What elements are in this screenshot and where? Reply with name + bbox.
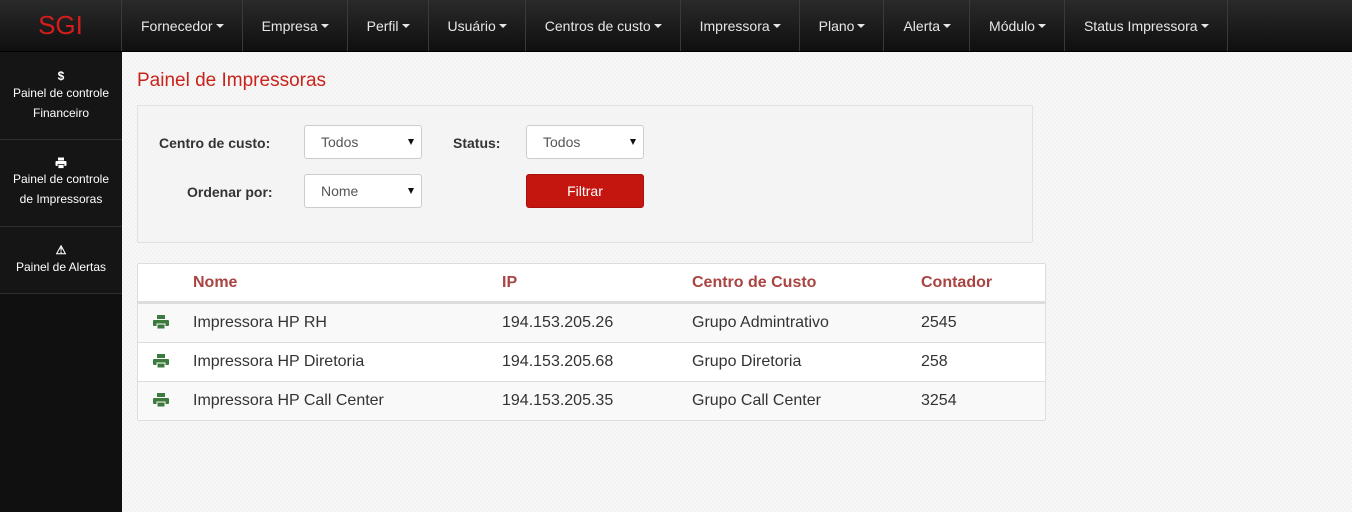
nav-fornecedor[interactable]: Fornecedor [122, 0, 243, 51]
nav-label: Centros de custo [544, 17, 651, 34]
table-row[interactable]: Impressora HP Call Center 194.153.205.35… [138, 381, 1045, 420]
alert-icon: ⚠ [55, 243, 67, 257]
table-row[interactable]: Impressora HP Diretoria 194.153.205.68 G… [138, 342, 1045, 381]
nav-label: Plano [818, 17, 855, 34]
caret-down-icon [215, 23, 224, 28]
cell-counter: 2545 [921, 314, 957, 331]
nav-modulo[interactable]: Módulo [970, 0, 1065, 51]
caret-down-icon [772, 23, 781, 28]
cost-center-select[interactable]: Todos [304, 125, 422, 159]
cell-ip: 194.153.205.35 [502, 392, 614, 409]
nav-status-impressora[interactable]: Status Impressora [1065, 0, 1228, 51]
caret-down-icon [653, 23, 662, 28]
cell-cost-center: Grupo Call Center [692, 392, 821, 409]
order-by-select[interactable]: Nome [304, 174, 422, 208]
printer-icon [153, 393, 169, 407]
sidebar-item-impressoras[interactable]: Painel de controle de Impressoras [0, 140, 122, 227]
caret-down-icon [1200, 23, 1209, 28]
nav-empresa[interactable]: Empresa [243, 0, 348, 51]
filter-panel: Centro de custo: Todos Status: Todos Ord… [137, 105, 1033, 243]
status-select[interactable]: Todos [526, 125, 644, 159]
cell-name: Impressora HP Call Center [193, 392, 384, 409]
nav-label: Empresa [261, 17, 318, 34]
column-header-counter[interactable]: Contador [921, 274, 992, 292]
sidebar-item-label: Painel de Alertas [15, 260, 107, 274]
page-title: Painel de Impressoras [137, 70, 327, 91]
caret-down-icon [943, 23, 952, 28]
filter-button[interactable]: Filtrar [526, 174, 644, 208]
brand-logo[interactable]: SGI [0, 0, 122, 51]
nav-label: Fornecedor [141, 17, 213, 34]
printer-icon [153, 315, 169, 329]
column-header-cost-center[interactable]: Centro de Custo [692, 274, 816, 292]
caret-down-icon [857, 23, 866, 28]
nav-label: Perfil [366, 17, 399, 34]
dropdown-arrow-icon [408, 188, 414, 194]
cell-cost-center: Grupo Diretoria [692, 353, 802, 370]
caret-down-icon [320, 23, 329, 28]
sidebar-item-financeiro[interactable]: $ Painel de controle Financeiro [0, 52, 122, 140]
nav-label: Impressora [699, 17, 770, 34]
cell-name: Impressora HP Diretoria [193, 353, 365, 370]
nav-label: Usuário [447, 17, 496, 34]
table-row[interactable]: Impressora HP RH 194.153.205.26 Grupo Ad… [138, 303, 1045, 342]
nav-perfil[interactable]: Perfil [348, 0, 429, 51]
cell-ip: 194.153.205.68 [502, 353, 614, 370]
nav-label: Status Impressora [1083, 17, 1198, 34]
column-header-name[interactable]: Nome [193, 274, 237, 292]
cost-center-label: Centro de custo: [159, 135, 271, 151]
order-by-label: Ordenar por: [187, 184, 273, 200]
nav-label: Alerta [903, 17, 941, 34]
sidebar-item-label: de Impressoras [19, 192, 103, 206]
order-by-value: Nome [321, 183, 359, 199]
dropdown-arrow-icon [408, 139, 414, 145]
printer-icon [55, 157, 67, 169]
cell-cost-center: Grupo Admintrativo [692, 314, 829, 331]
dollar-icon: $ [57, 68, 65, 83]
cell-counter: 3254 [921, 392, 957, 409]
main-content: Painel de Impressoras Centro de custo: T… [122, 52, 1352, 512]
cell-name: Impressora HP RH [193, 314, 327, 331]
sidebar-item-label: Painel de controle [12, 172, 110, 186]
nav-centros-de-custo[interactable]: Centros de custo [526, 0, 681, 51]
nav-label: Módulo [989, 17, 1035, 34]
cell-ip: 194.153.205.26 [502, 314, 614, 331]
sidebar-item-alertas[interactable]: ⚠ Painel de Alertas [0, 227, 122, 294]
sidebar: $ Painel de controle Financeiro Painel d… [0, 52, 122, 512]
column-header-ip[interactable]: IP [502, 274, 517, 292]
cost-center-value: Todos [321, 134, 359, 150]
status-value: Todos [543, 134, 581, 150]
caret-down-icon [498, 23, 507, 28]
nav-impressora[interactable]: Impressora [681, 0, 800, 51]
caret-down-icon [1037, 23, 1046, 28]
nav-usuario[interactable]: Usuário [429, 0, 526, 51]
cell-counter: 258 [921, 353, 948, 370]
sidebar-item-label: Painel de controle [12, 85, 110, 100]
caret-down-icon [401, 23, 410, 28]
printer-icon [153, 354, 169, 368]
dropdown-arrow-icon [630, 139, 636, 145]
top-navbar: SGI Fornecedor Empresa Perfil Usuário Ce… [0, 0, 1352, 52]
status-label: Status: [453, 135, 501, 151]
printers-table: Nome IP Centro de Custo Contador Impress… [137, 263, 1046, 421]
nav-plano[interactable]: Plano [800, 0, 885, 51]
table-header: Nome IP Centro de Custo Contador [138, 264, 1045, 303]
nav-alerta[interactable]: Alerta [884, 0, 971, 51]
sidebar-item-label: Financeiro [32, 105, 90, 120]
